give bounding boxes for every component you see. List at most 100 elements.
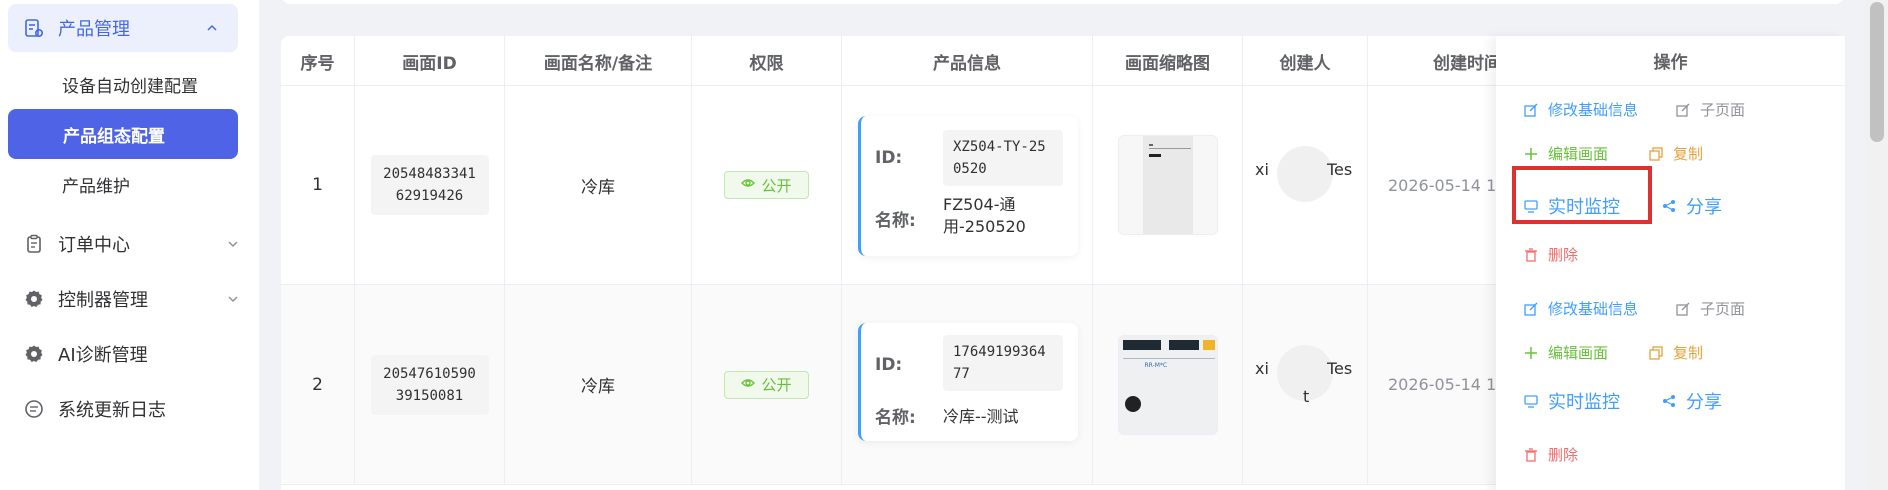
op-label: 分享 xyxy=(1686,197,1722,218)
share-button[interactable]: 分享 xyxy=(1662,193,1722,219)
product-id: XZ504-TY-25 0520 xyxy=(943,130,1063,186)
gear-icon xyxy=(24,289,44,309)
row-index: 1 xyxy=(281,86,355,284)
thumbnail-knob xyxy=(1124,395,1141,412)
creator-name-left: xi xyxy=(1255,359,1269,378)
created-time-text: 2026-05-14 11 xyxy=(1388,375,1507,394)
sidebar-item-label: 订单中心 xyxy=(58,235,130,256)
product-id-line: 17649199364 xyxy=(953,344,1046,360)
monitor-highlight-box xyxy=(1512,166,1652,224)
creator-name-wrap: t xyxy=(1303,387,1310,406)
screen-id-cell: 20547610590 39150081 xyxy=(355,285,505,484)
page-scrollbar-thumb[interactable] xyxy=(1870,2,1884,142)
column-header-index[interactable]: 序号 xyxy=(281,36,355,86)
thumbnail-cell: RR-M*C xyxy=(1093,285,1243,484)
thumbnail-cell xyxy=(1093,86,1243,284)
share-button[interactable]: 分享 xyxy=(1662,388,1722,414)
op-label: 删除 xyxy=(1548,446,1579,464)
copy-button[interactable]: 复制 xyxy=(1649,143,1703,164)
edit-basic-info-button[interactable]: 修改基础信息 xyxy=(1524,99,1638,120)
sidebar-item-update-log[interactable]: 系统更新日志 xyxy=(0,385,259,433)
edit-icon xyxy=(1676,302,1690,316)
trash-icon xyxy=(1524,247,1538,262)
realtime-monitor-button[interactable]: 实时监控 xyxy=(1524,388,1620,414)
product-id-label: ID: xyxy=(875,355,903,375)
clipboard-icon xyxy=(24,234,44,254)
screen-id-line: 39150081 xyxy=(395,387,464,404)
sidebar-item-controller-management[interactable]: 控制器管理 xyxy=(0,275,259,323)
edit-icon xyxy=(1524,103,1538,117)
screen-id: 20547610590 39150081 xyxy=(370,354,489,415)
sidebar-subitem-label: 设备自动创建配置 xyxy=(62,76,198,97)
sidebar-item-ai-diagnosis[interactable]: AI诊断管理 xyxy=(0,330,259,378)
screen-id: 20548483341 62919426 xyxy=(370,155,489,215)
thumbnail-block xyxy=(1148,154,1161,157)
gear-icon xyxy=(24,344,44,364)
op-label: 子页面 xyxy=(1700,300,1746,318)
creator-name-right: Tes xyxy=(1327,160,1353,179)
permission-tag: 公开 xyxy=(724,370,809,399)
sidebar: 产品管理 设备自动创建配置 产品组态配置 产品维护 订单中心 控制器管理 AI诊… xyxy=(0,0,259,490)
product-icon xyxy=(24,18,44,38)
column-header-screen-id[interactable]: 画面ID xyxy=(355,36,505,86)
op-label: 复制 xyxy=(1673,344,1704,362)
edit-basic-info-button[interactable]: 修改基础信息 xyxy=(1524,298,1638,319)
product-name: 冷库--测试 xyxy=(943,407,1019,426)
sidebar-item-order-center[interactable]: 订单中心 xyxy=(0,220,259,268)
product-id-line: XZ504-TY-25 xyxy=(953,139,1046,155)
screen-thumbnail[interactable]: RR-M*C xyxy=(1117,334,1218,435)
permission-cell: 公开 xyxy=(692,285,842,484)
screen-id-cell: 20548483341 62919426 xyxy=(355,86,505,284)
thumbnail-panel xyxy=(1142,136,1193,234)
permission-cell: 公开 xyxy=(692,86,842,284)
sidebar-item-product-management[interactable]: 产品管理 xyxy=(8,4,238,52)
top-card xyxy=(281,0,1845,4)
screen-thumbnail[interactable] xyxy=(1117,135,1218,235)
plus-icon xyxy=(1524,147,1538,161)
thumbnail-mark xyxy=(1148,144,1153,146)
column-header-permission[interactable]: 权限 xyxy=(692,36,842,86)
copy-icon xyxy=(1649,345,1663,360)
edit-screen-button[interactable]: 编辑画面 xyxy=(1524,143,1608,164)
sub-page-button[interactable]: 子页面 xyxy=(1676,99,1745,120)
permission-label: 公开 xyxy=(761,176,792,195)
created-time-text: 2026-05-14 16 xyxy=(1388,175,1507,195)
plus-icon xyxy=(1524,346,1538,360)
product-id: 17649199364 77 xyxy=(943,335,1063,391)
op-label: 修改基础信息 xyxy=(1548,101,1639,119)
eye-icon xyxy=(741,376,756,394)
trash-icon xyxy=(1524,447,1538,462)
permission-tag: 公开 xyxy=(724,171,809,199)
column-header-product-info[interactable]: 产品信息 xyxy=(842,36,1093,86)
sidebar-subitem-product-config[interactable]: 产品组态配置 xyxy=(8,109,238,159)
copy-button[interactable]: 复制 xyxy=(1649,342,1703,363)
column-header-thumbnail[interactable]: 画面缩略图 xyxy=(1093,36,1243,86)
screen-id-line: 62919426 xyxy=(395,188,464,204)
creator-cell: xi Tes t xyxy=(1243,285,1368,484)
product-id-line: 0520 xyxy=(953,161,987,177)
thumbnail-display xyxy=(1168,339,1199,350)
thumbnail-line xyxy=(1148,148,1191,149)
delete-button[interactable]: 删除 xyxy=(1524,444,1578,465)
chevron-down-icon xyxy=(225,236,241,252)
sidebar-subitem-product-maintenance[interactable]: 产品维护 xyxy=(62,164,130,204)
update-log-icon xyxy=(24,399,44,419)
product-info-cell: ID: 17649199364 77 名称: 冷库--测试 xyxy=(842,285,1093,484)
sidebar-item-label: 控制器管理 xyxy=(58,290,148,311)
op-label: 子页面 xyxy=(1700,101,1746,119)
product-info-card: ID: 17649199364 77 名称: 冷库--测试 xyxy=(858,323,1078,441)
thumbnail-display xyxy=(1122,339,1161,350)
op-label: 分享 xyxy=(1686,392,1722,413)
creator-name-left: xi xyxy=(1255,160,1269,179)
screen-id-line: 20548483341 xyxy=(383,166,476,182)
sidebar-subitem-label: 产品维护 xyxy=(62,176,130,197)
delete-button[interactable]: 删除 xyxy=(1524,244,1578,265)
sub-page-button[interactable]: 子页面 xyxy=(1676,298,1745,319)
column-header-screen-name[interactable]: 画面名称/备注 xyxy=(505,36,692,86)
sidebar-subitem-device-auto-create[interactable]: 设备自动创建配置 xyxy=(62,64,198,104)
permission-label: 公开 xyxy=(761,376,792,394)
column-header-creator[interactable]: 创建人 xyxy=(1243,36,1368,86)
edit-screen-button[interactable]: 编辑画面 xyxy=(1524,342,1608,363)
column-header-operations[interactable]: 操作 xyxy=(1496,36,1845,86)
sidebar-item-label: AI诊断管理 xyxy=(58,345,148,366)
